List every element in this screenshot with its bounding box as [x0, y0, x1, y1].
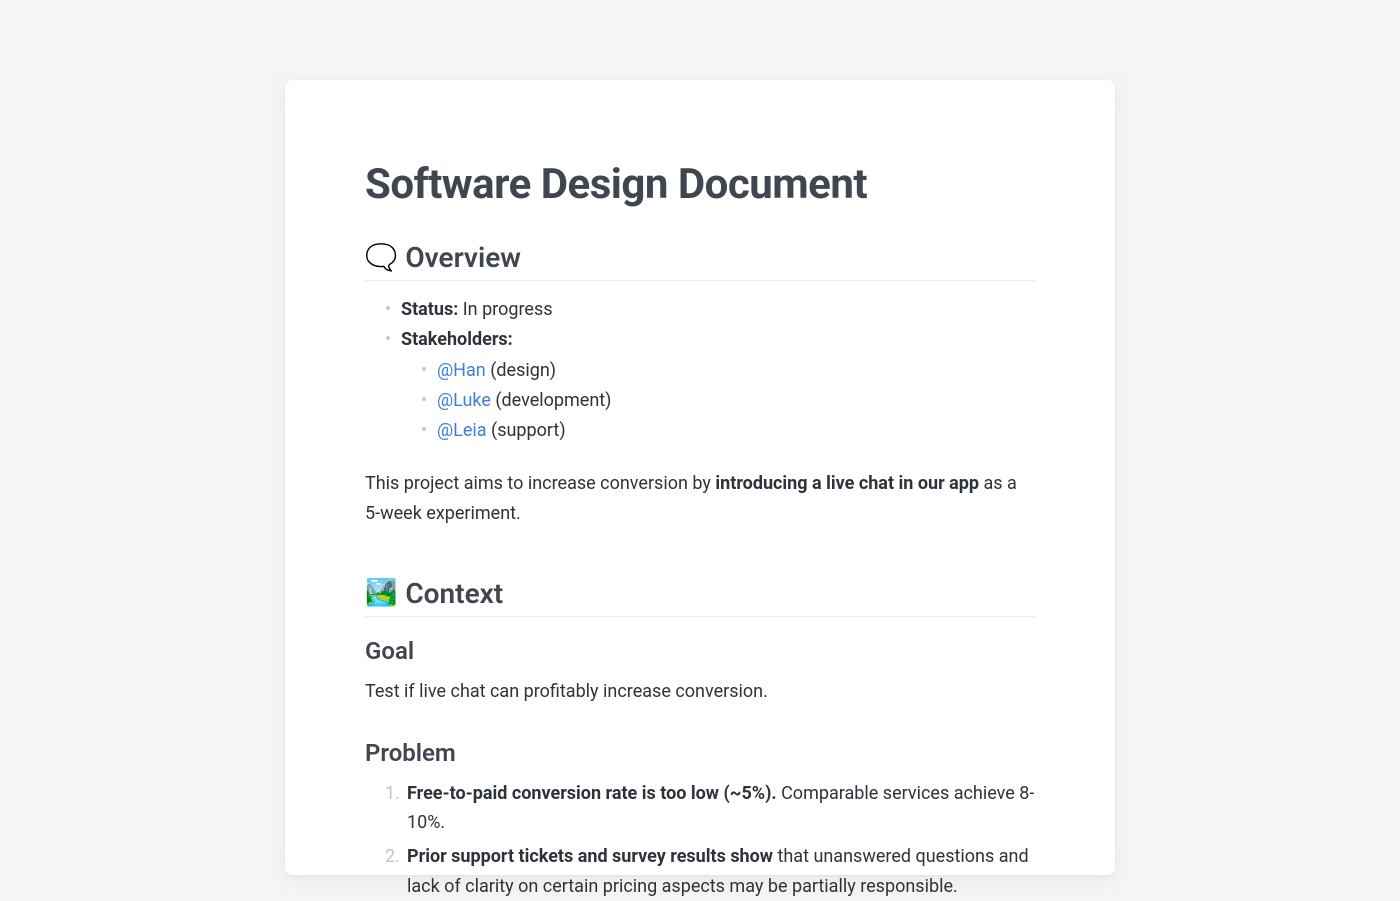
- goal-text: Test if live chat can profitably increas…: [365, 677, 1035, 707]
- section-heading-context: 🏞️ Context: [365, 577, 1035, 617]
- mention-han[interactable]: @Han: [437, 360, 486, 381]
- stakeholder-item: @Luke (development): [421, 386, 1035, 416]
- stakeholder-item: @Leia (support): [421, 416, 1035, 446]
- mention-luke[interactable]: @Luke: [437, 390, 491, 411]
- stakeholder-item: @Han (design): [421, 356, 1035, 386]
- status-value: In progress: [458, 299, 552, 320]
- stakeholders-row: Stakeholders: @Han (design) @Luke (devel…: [385, 325, 1035, 446]
- goal-heading: Goal: [365, 637, 1035, 665]
- overview-meta-list: Status: In progress Stakeholders: @Han (…: [365, 295, 1035, 445]
- overview-heading-text: Overview: [405, 241, 521, 274]
- problem-item: Free-to-paid conversion rate is too low …: [385, 779, 1035, 838]
- status-label: Status:: [401, 299, 458, 320]
- summary-pre: This project aims to increase conversion…: [365, 473, 715, 494]
- stakeholder-role: (design): [486, 360, 556, 381]
- landscape-icon: 🏞️: [365, 580, 397, 606]
- stakeholders-label: Stakeholders:: [401, 329, 513, 350]
- problem-bold: Free-to-paid conversion rate is too low …: [407, 783, 777, 804]
- speech-bubble-icon: 🗨️: [365, 245, 397, 271]
- overview-summary: This project aims to increase conversion…: [365, 469, 1035, 528]
- document-card: Software Design Document 🗨️ Overview Sta…: [285, 80, 1115, 875]
- problem-item: Prior support tickets and survey results…: [385, 842, 1035, 901]
- status-row: Status: In progress: [385, 295, 1035, 325]
- document-title: Software Design Document: [365, 160, 1035, 209]
- stakeholder-role: (development): [491, 390, 612, 411]
- context-heading-text: Context: [405, 577, 503, 610]
- summary-bold: introducing a live chat in our app: [715, 473, 979, 494]
- problem-list: Free-to-paid conversion rate is too low …: [365, 779, 1035, 901]
- stakeholders-list: @Han (design) @Luke (development) @Leia …: [401, 356, 1035, 445]
- section-heading-overview: 🗨️ Overview: [365, 241, 1035, 281]
- problem-heading: Problem: [365, 739, 1035, 767]
- problem-bold: Prior support tickets and survey results…: [407, 846, 773, 867]
- mention-leia[interactable]: @Leia: [437, 420, 487, 441]
- stakeholder-role: (support): [487, 420, 566, 441]
